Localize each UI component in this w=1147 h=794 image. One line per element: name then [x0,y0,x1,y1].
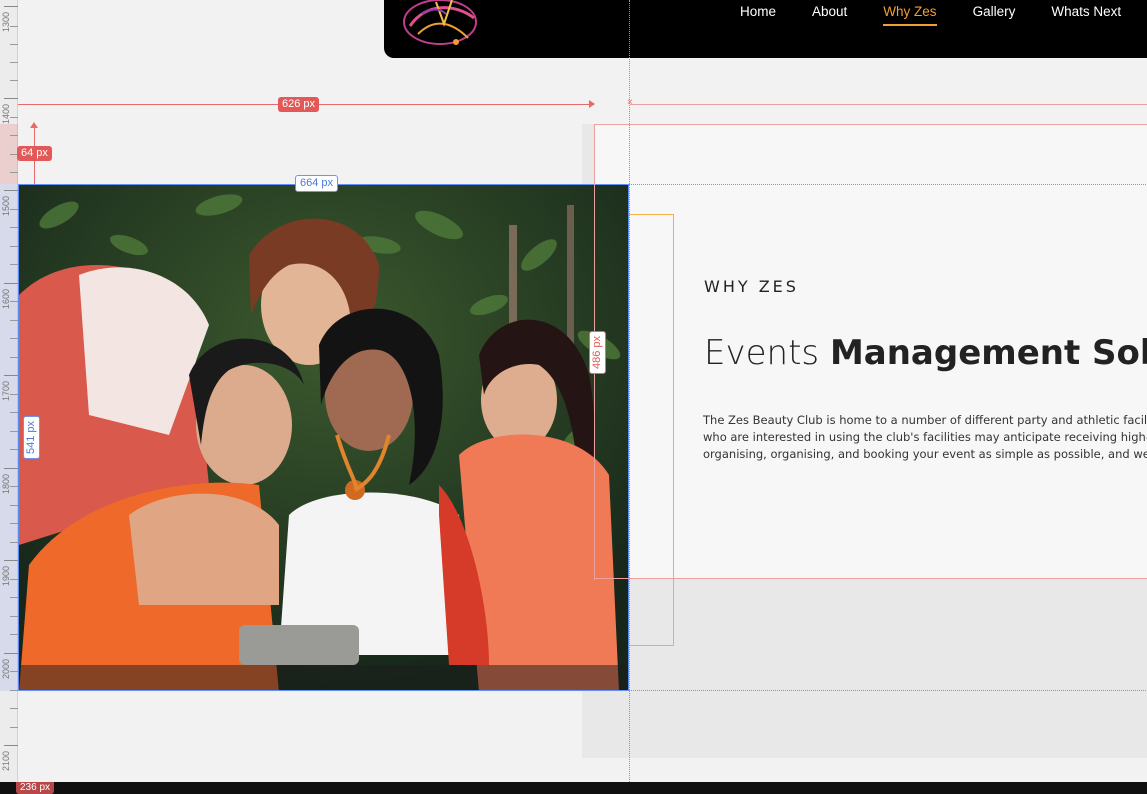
site-navbar: Home About Why Zes Gallery Whats Next [384,0,1147,58]
ruler-label: 1400 [1,103,11,124]
paragraph-line: The Zes Beauty Club is home to a number … [703,413,1147,427]
heading-light: Events [704,333,830,373]
selection-guide-bottom [18,690,1147,691]
nav-about[interactable]: About [812,4,865,20]
selection-guide-top [18,184,1147,185]
ruler-label: 1300 [1,11,11,32]
selection-width-badge: 664 px [295,175,339,192]
nav-gallery[interactable]: Gallery [973,4,1034,20]
selection-guide-vertical [629,0,630,794]
nav-home[interactable]: Home [740,4,794,20]
design-canvas: 1300 1400 1500 1600 1700 1800 1900 2000 … [0,0,1147,794]
zes-logo-icon[interactable] [396,0,488,54]
section-heading: Events Management Solu [704,333,1147,373]
guide-line [594,578,1147,579]
ruler-label: 1700 [1,380,11,401]
group-photo-image[interactable] [18,184,629,691]
selection-height-badge: 541 px [23,415,41,460]
bottom-bar [0,782,1147,794]
main-nav: Home About Why Zes Gallery Whats Next [740,4,1147,26]
section-paragraph: The Zes Beauty Club is home to a number … [703,412,1147,463]
ruler-highlight-selection [0,184,18,691]
nav-why-zes[interactable]: Why Zes [883,4,954,26]
ruler-label: 1500 [1,195,11,216]
height-measure-badge: 64 px [17,146,52,161]
ruler-label: 1600 [1,288,11,309]
ruler-label: 1800 [1,473,11,494]
heading-bold: Management Solu [829,333,1147,373]
card-height-badge: 486 px [589,330,607,375]
guide-line [630,104,1147,105]
ruler-label: 2100 [1,750,11,771]
paragraph-line: organising, organising, and booking your… [703,447,1147,461]
paragraph-line: who are interested in using the club's f… [703,430,1147,444]
ruler-label: 2000 [1,658,11,679]
bottom-measure-badge: 236 px [16,782,55,794]
nav-whats-next[interactable]: Whats Next [1051,4,1139,20]
arrow-right-icon [589,100,595,108]
ruler-label: 1900 [1,565,11,586]
vertical-ruler: 1300 1400 1500 1600 1700 1800 1900 2000 … [0,0,18,782]
section-eyebrow: WHY ZES [704,277,799,296]
arrow-up-icon [30,122,38,128]
width-measure-badge: 626 px [278,97,320,112]
spacing-outline [629,214,674,646]
